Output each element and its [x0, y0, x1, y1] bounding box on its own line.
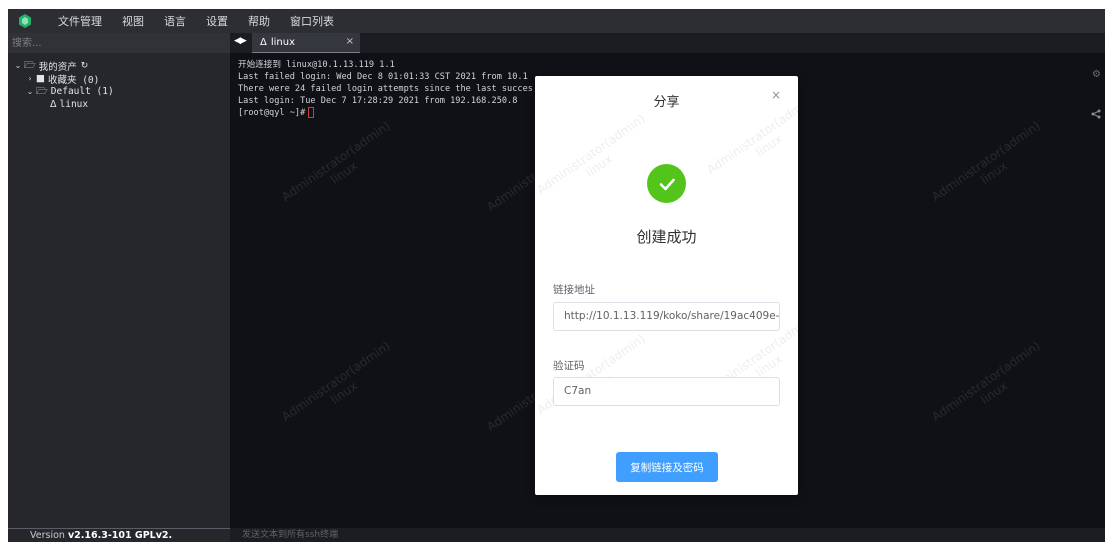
version-info: Version v2.16.3-101 GPLv2.	[8, 528, 230, 542]
dialog-title: 分享	[653, 95, 680, 110]
tab-label: linux	[270, 37, 295, 48]
watermark-user: Administrator(admin)	[929, 118, 1043, 204]
link-label: 链接地址	[553, 284, 595, 296]
terminal-cursor	[308, 107, 315, 118]
tree-node-host-linux[interactable]: Δ linux	[8, 98, 230, 111]
version-prefix: Version	[30, 530, 68, 541]
broadcast-input[interactable]: 发送文本到所有ssh终端	[230, 528, 1105, 542]
menu-bar: 文件管理 视图 语言 设置 帮助 窗口列表	[8, 9, 1105, 33]
code-label: 验证码	[553, 360, 585, 372]
close-tab-icon[interactable]: ×	[346, 36, 354, 47]
linux-host-icon: Δ	[260, 37, 267, 48]
watermark-user: Administrator(admin)	[279, 338, 393, 424]
tab-bar: ◀▶ Δ linux ×	[230, 33, 1105, 53]
menu-language[interactable]: 语言	[164, 13, 186, 29]
search-input[interactable]	[8, 33, 230, 53]
menu-window-list[interactable]: 窗口列表	[290, 13, 334, 29]
prompt-text: [root@qyl ~]#	[238, 108, 306, 118]
chevron-down-icon[interactable]: ⌄	[12, 61, 24, 70]
tree-node-default[interactable]: ⌄ 🗁 Default (1)	[8, 85, 230, 98]
tree-node-label: Default (1)	[50, 86, 114, 97]
watermark: Administrator(admin)linux	[925, 115, 1056, 218]
watermark-user: Administrator(admin)	[535, 331, 648, 417]
watermark: Administrator(admin)linux	[275, 335, 406, 438]
verification-code-field[interactable]: C7an	[553, 377, 780, 406]
watermark-user: Administrator(admin)	[279, 118, 393, 204]
share-icon[interactable]	[1091, 109, 1101, 122]
watermark: Administrator(admin)linux	[275, 115, 406, 218]
asset-tree: ⌄ 🗁 我的资产 ↻ › ■ 收藏夹 (0) ⌄ 🗁 Default (1) Δ…	[8, 59, 230, 111]
folder-open-icon: 🗁	[36, 85, 48, 97]
watermark-host: linux	[978, 378, 1010, 407]
watermark-user: Administrator(admin)	[929, 338, 1043, 424]
version-number: v2.16.3-101 GPLv2.	[67, 530, 173, 541]
watermark: Administrator(admin)linux	[925, 335, 1056, 438]
tree-node-my-assets[interactable]: ⌄ 🗁 我的资产 ↻	[8, 59, 230, 73]
tab-linux[interactable]: Δ linux ×	[252, 33, 360, 53]
share-link-field[interactable]: http://10.1.13.119/koko/share/19ac409e-d…	[553, 302, 780, 331]
menu-file-manager[interactable]: 文件管理	[58, 13, 102, 29]
linux-host-icon: Δ	[50, 99, 57, 110]
close-icon[interactable]: ×	[771, 88, 781, 102]
refresh-icon[interactable]: ↻	[81, 61, 89, 71]
menu-view[interactable]: 视图	[122, 13, 144, 29]
menu-help[interactable]: 帮助	[248, 13, 270, 29]
tree-node-label: linux	[59, 99, 89, 110]
folder-open-icon: 🗁	[24, 59, 36, 71]
tree-node-label: 我的资产	[38, 61, 77, 73]
tab-nav-arrows-icon[interactable]: ◀▶	[234, 36, 247, 46]
success-message: 创建成功	[636, 228, 697, 246]
tree-node-label: 收藏夹 (0)	[47, 74, 100, 86]
watermark-host: linux	[978, 158, 1010, 187]
share-dialog: Administrator(admin) linux Administrator(…	[535, 76, 798, 495]
watermark-host: linux	[753, 131, 785, 160]
asset-sidebar: ⌄ 🗁 我的资产 ↻ › ■ 收藏夹 (0) ⌄ 🗁 Default (1) Δ…	[8, 33, 230, 542]
folder-icon: ■	[36, 73, 45, 84]
watermark: Administrator(admin)linux	[535, 108, 660, 211]
chevron-right-icon[interactable]: ›	[24, 74, 36, 83]
gear-icon[interactable]: ⚙	[1092, 69, 1101, 80]
menu-settings[interactable]: 设置	[206, 13, 228, 29]
app-logo-icon[interactable]	[8, 9, 42, 33]
app-window: 文件管理 视图 语言 设置 帮助 窗口列表 ⌄ 🗁 我的资产 ↻ › ■ 收藏夹…	[8, 9, 1105, 542]
watermark-host: linux	[328, 158, 360, 187]
copy-link-and-code-button[interactable]: 复制链接及密码	[616, 452, 718, 482]
terminal-line: 开始连接到 linux@10.1.13.119 1.1	[238, 60, 395, 70]
watermark-user: Administrator(admin)	[535, 111, 648, 197]
watermark-host: linux	[328, 378, 360, 407]
watermark-host: linux	[583, 151, 615, 180]
chevron-down-icon[interactable]: ⌄	[24, 87, 36, 96]
success-check-icon	[647, 164, 686, 203]
